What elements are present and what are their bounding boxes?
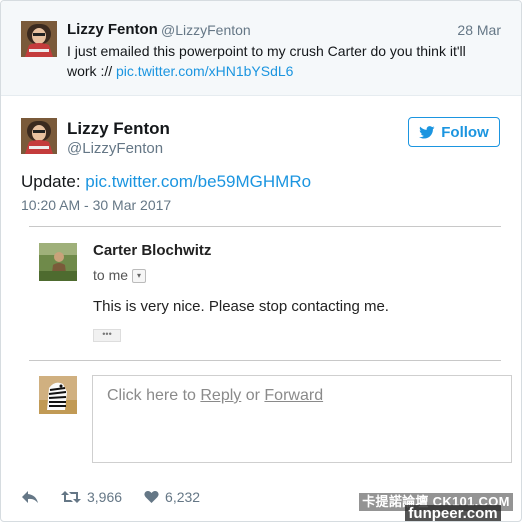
zebra-avatar bbox=[39, 376, 77, 414]
tweet-text: Update: pic.twitter.com/be59MGHMRo bbox=[21, 172, 311, 192]
email-divider bbox=[29, 360, 501, 361]
show-trimmed-content-button[interactable]: ••• bbox=[93, 329, 121, 342]
tweet-text-prefix: Update: bbox=[21, 172, 86, 191]
twitter-bird-icon bbox=[419, 125, 435, 139]
parent-tweet[interactable]: Lizzy Fenton @LizzyFenton 28 Mar I just … bbox=[1, 1, 521, 96]
reply-prompt: Click here to Reply or Forward bbox=[107, 387, 323, 405]
parent-author-name[interactable]: Lizzy Fenton bbox=[67, 21, 158, 38]
watermark-funpeer: funpeer.com bbox=[405, 505, 501, 521]
reply-prompt-or: or bbox=[241, 387, 265, 404]
retweet-action[interactable]: 3,966 bbox=[61, 489, 122, 505]
sender-name: Carter Blochwitz bbox=[93, 242, 212, 259]
retweet-count: 3,966 bbox=[87, 489, 123, 505]
recipient-label: to me bbox=[93, 267, 129, 283]
parent-tweet-text: I just emailed this powerpoint to my cru… bbox=[67, 41, 497, 81]
reply-prompt-text: Click here to bbox=[107, 387, 201, 404]
heart-icon bbox=[144, 491, 159, 503]
email-body: This is very nice. Please stop contactin… bbox=[93, 298, 389, 315]
forward-link[interactable]: Forward bbox=[264, 387, 323, 404]
sender-avatar bbox=[39, 243, 77, 281]
parent-author-handle[interactable]: @LizzyFenton bbox=[161, 22, 251, 38]
tweet-link[interactable]: pic.twitter.com/be59MGHMRo bbox=[85, 172, 311, 191]
author-avatar[interactable] bbox=[21, 118, 57, 154]
follow-button[interactable]: Follow bbox=[408, 117, 500, 147]
like-action[interactable]: 6,232 bbox=[144, 489, 200, 505]
parent-avatar[interactable] bbox=[21, 21, 57, 57]
parent-date[interactable]: 28 Mar bbox=[457, 22, 501, 38]
tweet-card: Lizzy Fenton @LizzyFenton 28 Mar I just … bbox=[0, 0, 522, 522]
follow-label: Follow bbox=[441, 123, 489, 141]
author-name[interactable]: Lizzy Fenton bbox=[67, 119, 170, 139]
tweet-timestamp[interactable]: 10:20 AM - 30 Mar 2017 bbox=[21, 197, 171, 213]
chevron-down-icon[interactable]: ▾ bbox=[132, 269, 147, 284]
reply-action[interactable] bbox=[21, 490, 39, 504]
email-screenshot[interactable]: Carter Blochwitz to me ▾ This is very nic… bbox=[29, 226, 512, 472]
reply-icon bbox=[22, 491, 38, 503]
recipient-line: to me ▾ bbox=[93, 267, 147, 284]
retweet-icon bbox=[61, 491, 81, 503]
author-handle[interactable]: @LizzyFenton bbox=[67, 140, 163, 157]
like-count: 6,232 bbox=[165, 489, 201, 505]
reply-box[interactable]: Click here to Reply or Forward bbox=[92, 375, 512, 463]
reply-link[interactable]: Reply bbox=[200, 387, 241, 404]
parent-tweet-link[interactable]: pic.twitter.com/xHN1bYSdL6 bbox=[116, 63, 293, 79]
tweet-actions: 3,966 6,232 bbox=[21, 487, 222, 507]
